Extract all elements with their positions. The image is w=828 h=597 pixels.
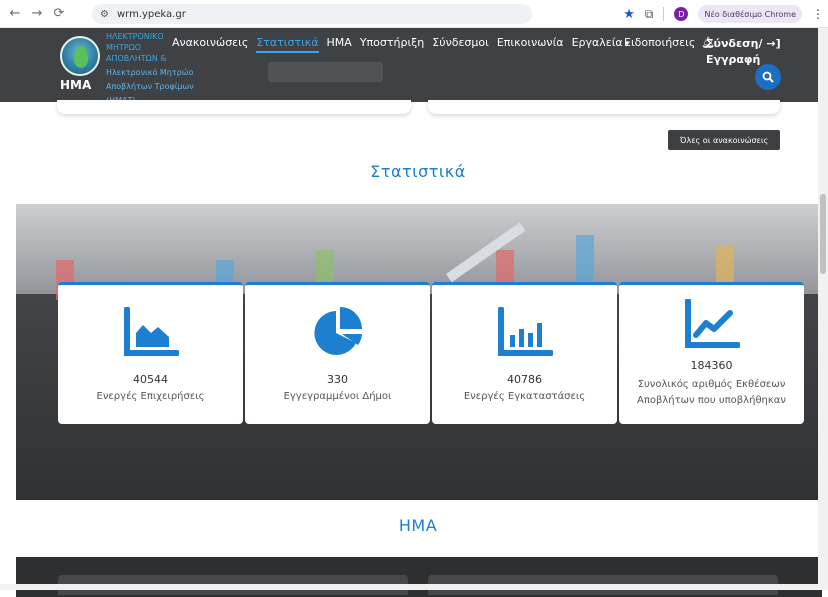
all-announcements-button[interactable]: Όλες οι ανακοινώσεις: [668, 130, 781, 150]
nav-contact[interactable]: Επικοινωνία: [497, 36, 564, 53]
nav-tools[interactable]: Εργαλεία ▾: [572, 36, 630, 53]
stat-card-businesses[interactable]: 40544 Ενεργές Επιχειρήσεις: [58, 282, 243, 424]
scrollbar-thumb[interactable]: [820, 194, 826, 274]
notifications-label: Ειδοποιήσεις: [624, 36, 696, 49]
area-chart-icon: [123, 307, 179, 356]
bar-chart-icon: [497, 307, 553, 356]
stat-card-installations[interactable]: 40786 Ενεργές Εγκαταστάσεις: [432, 282, 617, 424]
logo-sub-1: Ηλεκτρονικό Μητρώο: [106, 68, 194, 77]
stat-label: Ενεργές Επιχειρήσεις: [96, 391, 205, 402]
login-label: Σύνδεση/: [706, 37, 763, 50]
reload-icon[interactable]: ⟳: [48, 3, 70, 25]
stat-value: 184360: [690, 359, 733, 372]
stat-value: 40544: [133, 373, 168, 386]
logo-title: ΗΛΕΚΤΡΟΝΙΚΟ ΜΗΤΡΩΟ ΑΠΟΒΛΗΤΩΝ &: [106, 32, 167, 63]
site-settings-icon[interactable]: ⚙: [100, 9, 109, 20]
back-icon[interactable]: ←: [4, 3, 26, 25]
login-arrow-icon: →]: [766, 37, 781, 50]
nav-statistics[interactable]: Στατιστικά: [256, 36, 319, 53]
announcement-card: [57, 100, 411, 114]
horizontal-scrollbar[interactable]: [0, 584, 818, 590]
bookmark-star-icon[interactable]: ★: [623, 7, 635, 22]
search-icon: [762, 71, 774, 83]
vertical-scrollbar[interactable]: [818, 28, 828, 590]
stat-card-municipalities[interactable]: 330 Εγγεγραμμένοι Δήμοι: [245, 282, 430, 424]
announcement-card: [428, 100, 780, 114]
logo-sub-2: Αποβλήτων Τροφίμων: [106, 82, 194, 91]
profile-avatar[interactable]: D: [674, 7, 689, 21]
pie-chart-icon: [313, 307, 362, 355]
main-nav: Ανακοινώσεις Στατιστικά ΗΜΑ Υποστήριξη Σ…: [172, 36, 629, 53]
site-header: ΗΜΑ ΗΛΕΚΤΡΟΝΙΚΟ ΜΗΤΡΩΟ ΑΠΟΒΛΗΤΩΝ & Ηλεκτ…: [0, 28, 818, 105]
address-bar[interactable]: ⚙ wrm.ypeka.gr: [92, 4, 532, 24]
nav-links[interactable]: Σύνδεσμοι: [432, 36, 489, 53]
hma-title: ΗΜΑ: [398, 516, 438, 535]
stat-label: Εγγεγραμμένοι Δήμοι: [283, 391, 392, 402]
toolbar-divider: [663, 7, 665, 21]
new-chrome-button[interactable]: Νέο διαθέσιμο Chrome: [698, 5, 802, 23]
nav-announcements[interactable]: Ανακοινώσεις: [172, 36, 248, 53]
stat-label: Ενεργές Εγκαταστάσεις: [463, 391, 586, 402]
stat-label: Συνολικός αριθμός Εκθέσεων Αποβλήτων που…: [637, 379, 786, 406]
line-chart-icon: [684, 299, 740, 348]
url-text: wrm.ypeka.gr: [116, 8, 186, 20]
nav-hma[interactable]: ΗΜΑ: [327, 36, 352, 53]
logo-abbr[interactable]: ΗΜΑ: [60, 78, 91, 92]
search-button[interactable]: [755, 64, 781, 90]
nav-support[interactable]: Υποστήριξη: [360, 36, 424, 53]
stat-value: 40786: [507, 373, 542, 386]
forward-icon[interactable]: →: [26, 3, 48, 25]
extensions-icon[interactable]: ⧉: [645, 7, 654, 22]
hma-background-image: [16, 557, 822, 597]
stat-value: 330: [327, 373, 348, 386]
stat-card-reports[interactable]: 184360 Συνολικός αριθμός Εκθέσεων Αποβλή…: [619, 282, 804, 424]
nav-dropdown-ghost: [268, 62, 383, 82]
statistics-title: Στατιστικά: [370, 162, 466, 181]
menu-kebab-icon[interactable]: ⋮: [812, 7, 824, 21]
notifications-link[interactable]: Ειδοποιήσεις 🔔︎: [624, 36, 715, 49]
browser-toolbar: ← → ⟳ ⚙ wrm.ypeka.gr ★ ⧉ D Νέο διαθέσιμο…: [0, 0, 828, 28]
logo-emblem-icon[interactable]: [60, 36, 100, 76]
